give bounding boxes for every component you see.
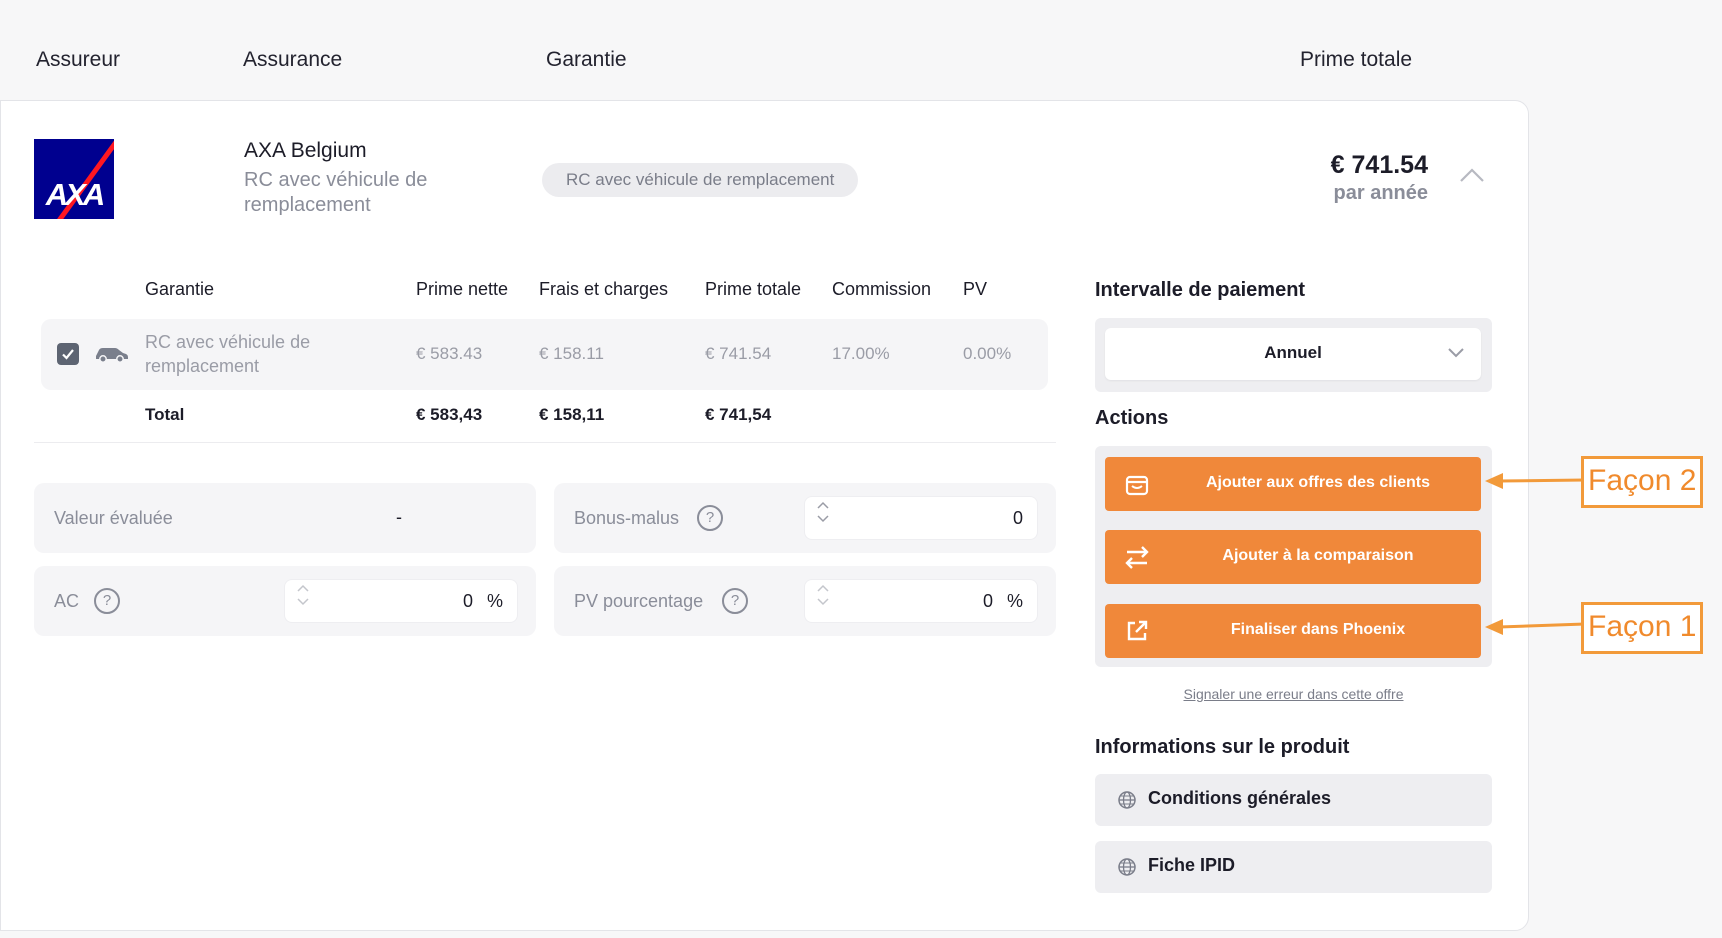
chevron-up-icon (1460, 168, 1484, 182)
ipid-sheet-label: Fiche IPID (1148, 855, 1236, 875)
payment-interval-title: Intervalle de paiement (1095, 279, 1306, 301)
annotation-arrow-icon (1485, 619, 1585, 635)
actions-title: Actions (1095, 407, 1169, 429)
ac-unit: % (486, 591, 503, 611)
table-row: RC avec véhicule de remplacement € 583.4… (41, 319, 1048, 390)
annotation-arrow-icon (1485, 473, 1585, 489)
header-garantie: Garantie (546, 48, 627, 71)
report-error-link[interactable]: Signaler une erreur dans cette offre (1095, 686, 1492, 702)
total-prime-nette: € 583,43 (416, 405, 483, 424)
pv-pourcentage-unit: % (1006, 591, 1023, 611)
axa-logo: AXA (34, 139, 114, 219)
insurance-name: RC avec véhicule de remplacement (244, 169, 428, 216)
globe-icon (1118, 858, 1136, 876)
bonus-malus-stepper[interactable]: 0 (805, 497, 1037, 539)
pv-pourcentage-stepper[interactable]: 0 % (805, 580, 1037, 622)
header-assurance: Assurance (243, 48, 343, 71)
stepper-down-icon[interactable] (817, 598, 829, 606)
axa-logo-text: AXA (45, 177, 105, 212)
valeur-evaluee-field: Valeur évaluée - (34, 483, 536, 553)
ac-stepper[interactable]: 0 % (285, 580, 517, 622)
add-to-client-offers-button[interactable]: Ajouter aux offres des clients (1105, 457, 1481, 511)
collapse-button[interactable] (1458, 161, 1486, 189)
col-prime-nette: Prime nette (416, 279, 509, 299)
header-assureur: Assureur (36, 48, 121, 71)
stepper-up-icon[interactable] (817, 584, 829, 592)
bonus-malus-field: Bonus-malus ? 0 (554, 483, 1056, 553)
finalize-in-phoenix-button[interactable]: Finaliser dans Phoenix (1105, 604, 1481, 658)
total-label: Total (145, 405, 185, 424)
finalize-in-phoenix-label: Finaliser dans Phoenix (1230, 621, 1406, 638)
valeur-evaluee-label: Valeur évaluée (54, 508, 173, 528)
pv-pourcentage-help-icon[interactable]: ? (722, 588, 748, 614)
total-frais: € 158,11 (539, 405, 605, 424)
valeur-evaluee-value: - (396, 507, 402, 527)
actions-panel: Ajouter aux offres des clients Ajouter à… (1095, 446, 1492, 667)
bonus-malus-help-icon[interactable]: ? (697, 505, 723, 531)
annotation-way-2: Façon 2 (1581, 456, 1704, 508)
total-price-period: par année (1333, 182, 1428, 204)
row-frais: € 158.11 (539, 344, 604, 363)
product-info-title: Informations sur le produit (1095, 736, 1350, 758)
insurer-name: AXA Belgium (244, 139, 367, 162)
external-link-icon (1127, 620, 1148, 641)
annotation-way-1: Façon 1 (1581, 602, 1704, 654)
pv-pourcentage-field: PV pourcentage ? 0 % (554, 566, 1056, 636)
guarantee-checkbox[interactable] (57, 343, 79, 365)
ipid-sheet-button[interactable]: Fiche IPID (1095, 841, 1492, 893)
ac-field: AC ? 0 % (34, 566, 536, 636)
ac-help-icon[interactable]: ? (94, 588, 120, 614)
col-pv: PV (963, 279, 988, 299)
row-prime-nette: € 583.43 (416, 344, 483, 363)
stepper-up-icon[interactable] (817, 501, 829, 509)
col-frais: Frais et charges (539, 279, 669, 299)
globe-icon (1118, 791, 1136, 809)
payment-interval-value: Annuel (1264, 343, 1322, 362)
swap-arrows-icon (1125, 546, 1149, 569)
pv-pourcentage-label: PV pourcentage (574, 591, 704, 611)
chevron-down-icon (1448, 348, 1464, 358)
check-icon (62, 349, 74, 360)
bonus-malus-label: Bonus-malus (574, 508, 680, 528)
total-prime-totale: € 741,54 (705, 405, 772, 424)
table-divider (34, 442, 1056, 443)
row-pv: 0.00% (963, 344, 1012, 363)
col-prime-totale: Prime totale (705, 279, 802, 299)
total-price-amount: € 741.54 (1330, 151, 1428, 179)
car-icon (96, 348, 128, 363)
add-to-comparison-button[interactable]: Ajouter à la comparaison (1105, 530, 1481, 584)
general-conditions-button[interactable]: Conditions générales (1095, 774, 1492, 826)
pv-pourcentage-value: 0 (982, 591, 993, 611)
add-to-comparison-label: Ajouter à la comparaison (1222, 547, 1414, 564)
stepper-down-icon[interactable] (817, 515, 829, 523)
row-guarantee-name: RC avec véhicule de remplacement (145, 332, 311, 376)
row-commission: 17.00% (832, 344, 890, 363)
ac-value: 0 (462, 591, 473, 611)
stepper-down-icon[interactable] (297, 598, 309, 606)
add-to-client-offers-label: Ajouter aux offres des clients (1205, 474, 1431, 491)
guarantee-badge: RC avec véhicule de remplacement (542, 163, 859, 197)
payment-interval-select[interactable]: Annuel (1105, 328, 1481, 380)
bonus-malus-value: 0 (1012, 508, 1023, 528)
col-commission: Commission (832, 279, 932, 299)
stepper-up-icon[interactable] (297, 584, 309, 592)
ac-label: AC (54, 591, 80, 611)
total-price: € 741.54 par année (1331, 151, 1428, 205)
col-garantie: Garantie (145, 279, 215, 299)
header-prime-totale: Prime totale (1300, 48, 1413, 71)
basket-icon (1125, 475, 1149, 496)
row-prime-totale: € 741.54 (705, 344, 772, 363)
general-conditions-label: Conditions générales (1148, 788, 1332, 808)
payment-interval-wrapper: Annuel (1095, 318, 1492, 392)
